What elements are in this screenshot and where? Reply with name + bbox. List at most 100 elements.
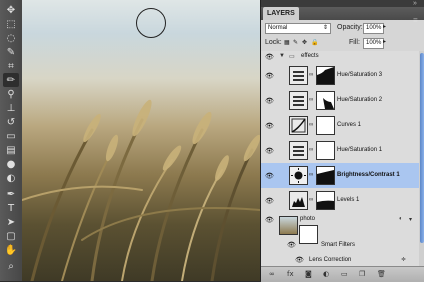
layers-scrollbar[interactable] bbox=[419, 51, 424, 266]
blend-mode-select[interactable]: Normal ⇕ bbox=[265, 23, 331, 34]
eraser-icon[interactable]: ▭ bbox=[3, 129, 19, 143]
layer-name: effects bbox=[301, 53, 319, 59]
link-layers-icon[interactable]: ∞ bbox=[269, 270, 275, 278]
eye-icon[interactable]: 👁 bbox=[265, 53, 274, 61]
smart-filters-row[interactable]: 👁 Smart Filters bbox=[261, 225, 419, 256]
layer-mask-thumbnail[interactable] bbox=[316, 91, 335, 110]
eyedropper-icon[interactable]: ⚲ bbox=[3, 87, 19, 101]
layer-mask-thumbnail[interactable] bbox=[316, 191, 335, 210]
layer-row[interactable]: 👁 ∞ Hue/Saturation 3 bbox=[261, 63, 419, 89]
chevron-down-icon: ⇕ bbox=[322, 25, 328, 31]
hand-tool-icon[interactable]: ✋ bbox=[3, 243, 19, 257]
clone-stamp-icon[interactable]: ⊥ bbox=[3, 101, 19, 115]
eye-icon[interactable]: 👁 bbox=[295, 256, 304, 264]
layers-list: 👁 ▼ ▭ effects 👁 ∞ Hue/Saturation 3 👁 ∞ H… bbox=[261, 51, 419, 266]
link-icon[interactable]: ∞ bbox=[309, 72, 313, 78]
document-canvas[interactable] bbox=[22, 0, 260, 281]
layer-name: Brightness/Contrast 1 bbox=[337, 172, 400, 178]
brush-tool-icon[interactable]: ✏ bbox=[3, 73, 19, 87]
curves-icon bbox=[289, 116, 308, 135]
link-icon[interactable]: ∞ bbox=[309, 147, 313, 153]
lock-all-icon[interactable]: 🔒 bbox=[311, 38, 318, 48]
layer-style-icon[interactable]: fx bbox=[287, 270, 294, 278]
layer-mask-thumbnail[interactable] bbox=[316, 141, 335, 160]
path-selection-icon[interactable]: ➤ bbox=[3, 215, 19, 229]
fill-label: Fill: bbox=[349, 39, 360, 46]
link-icon[interactable]: ∞ bbox=[309, 172, 313, 178]
lock-transparency-icon[interactable]: ▦ bbox=[284, 38, 290, 48]
adjustment-layer-icon[interactable]: ◐ bbox=[323, 270, 329, 278]
lasso-tool-icon[interactable]: ◌ bbox=[3, 31, 19, 45]
shape-tool-icon[interactable]: ▢ bbox=[3, 229, 19, 243]
layer-name: Hue/Saturation 3 bbox=[337, 72, 383, 78]
marquee-tool-icon[interactable]: ⬚ bbox=[3, 17, 19, 31]
panel-title-bar bbox=[261, 0, 424, 7]
fill-input[interactable]: 100% bbox=[363, 38, 384, 49]
layer-row-selected[interactable]: 👁 ∞ Brightness/Contrast 1 bbox=[261, 163, 419, 189]
lock-image-icon[interactable]: ✎ bbox=[293, 38, 298, 48]
new-layer-icon[interactable]: ❐ bbox=[359, 270, 365, 278]
delete-layer-icon[interactable]: 🗑 bbox=[377, 270, 386, 278]
hue-saturation-icon bbox=[289, 91, 308, 110]
layer-name: Lens Correction bbox=[309, 257, 352, 263]
blend-mode-value: Normal bbox=[268, 25, 288, 31]
layer-row[interactable]: 👁 photo ◐ ▾ bbox=[261, 213, 419, 238]
layer-row[interactable]: 👁 ∞ Hue/Saturation 2 bbox=[261, 88, 419, 114]
fill-slider-icon[interactable]: ▸ bbox=[383, 38, 386, 47]
type-tool-icon[interactable]: T bbox=[3, 201, 19, 215]
lock-label: Lock: bbox=[265, 39, 282, 46]
quick-selection-icon[interactable]: ✎ bbox=[3, 45, 19, 59]
lock-position-icon[interactable]: ✥ bbox=[302, 38, 307, 48]
eye-icon[interactable]: 👁 bbox=[265, 216, 274, 224]
eye-icon[interactable]: 👁 bbox=[265, 122, 274, 130]
hue-saturation-icon bbox=[289, 141, 308, 160]
layer-name: Smart Filters bbox=[321, 242, 356, 248]
brightness-contrast-icon bbox=[289, 166, 308, 185]
panel-collapse-icon[interactable]: » bbox=[413, 0, 417, 7]
filter-row[interactable]: 👁 Lens Correction ≑ bbox=[261, 255, 419, 266]
layer-row[interactable]: 👁 ∞ Hue/Saturation 1 bbox=[261, 138, 419, 164]
pen-tool-icon[interactable]: ✒ bbox=[3, 187, 19, 201]
move-tool-icon[interactable]: ✥ bbox=[3, 3, 19, 17]
gradient-icon[interactable]: ▤ bbox=[3, 143, 19, 157]
panel-menu-icon[interactable]: ≡ bbox=[413, 16, 418, 26]
link-icon[interactable]: ∞ bbox=[309, 97, 313, 103]
wheat-photo bbox=[22, 99, 260, 281]
opacity-slider-icon[interactable]: ▸ bbox=[383, 23, 386, 32]
layer-mask-thumbnail[interactable] bbox=[316, 166, 335, 185]
filter-options-icon[interactable]: ≑ bbox=[401, 256, 406, 263]
new-group-icon[interactable]: ▭ bbox=[341, 270, 348, 278]
smart-filter-icon: ◐ bbox=[399, 216, 403, 222]
disclosure-triangle-icon[interactable]: ▼ bbox=[279, 53, 285, 59]
smart-filter-mask-thumbnail[interactable] bbox=[299, 225, 318, 244]
zoom-tool-icon[interactable]: ⌕ bbox=[3, 259, 19, 273]
disclosure-triangle-icon[interactable]: ▾ bbox=[409, 216, 412, 223]
crop-tool-icon[interactable]: ⌗ bbox=[3, 59, 19, 73]
dodge-icon[interactable]: ◐ bbox=[3, 171, 19, 185]
opacity-label: Opacity: bbox=[337, 24, 363, 31]
eye-icon[interactable]: 👁 bbox=[287, 241, 296, 249]
link-icon[interactable]: ∞ bbox=[309, 122, 313, 128]
layer-name: photo bbox=[300, 216, 316, 222]
add-mask-icon[interactable]: ◙ bbox=[305, 270, 312, 278]
layer-row[interactable]: 👁 ∞ Curves 1 bbox=[261, 113, 419, 139]
link-icon[interactable]: ∞ bbox=[309, 197, 313, 203]
tools-panel: ✥ ⬚ ◌ ✎ ⌗ ✏ ⚲ ⊥ ↺ ▭ ▤ ● ◐ ✒ T ➤ ▢ ✋ ⌕ bbox=[0, 0, 23, 281]
layer-name: Levels 1 bbox=[337, 197, 360, 203]
eye-icon[interactable]: 👁 bbox=[265, 172, 274, 180]
scroll-thumb[interactable] bbox=[420, 53, 424, 243]
opacity-input[interactable]: 100% bbox=[363, 23, 384, 34]
layer-mask-thumbnail[interactable] bbox=[316, 66, 335, 85]
layer-mask-thumbnail[interactable] bbox=[316, 116, 335, 135]
folder-icon: ▭ bbox=[289, 54, 295, 60]
eye-icon[interactable]: 👁 bbox=[265, 197, 274, 205]
blur-icon[interactable]: ● bbox=[3, 157, 19, 171]
eye-icon[interactable]: 👁 bbox=[265, 147, 274, 155]
eye-icon[interactable]: 👁 bbox=[265, 72, 274, 80]
hue-saturation-icon bbox=[289, 66, 308, 85]
tab-layers[interactable]: LAYERS bbox=[263, 7, 299, 20]
eye-icon[interactable]: 👁 bbox=[265, 97, 274, 105]
history-brush-icon[interactable]: ↺ bbox=[3, 115, 19, 129]
layers-bottom-bar: ∞ fx ◙ ◐ ▭ ❐ 🗑 bbox=[261, 266, 424, 282]
layer-row[interactable]: 👁 ∞ Levels 1 bbox=[261, 188, 419, 214]
